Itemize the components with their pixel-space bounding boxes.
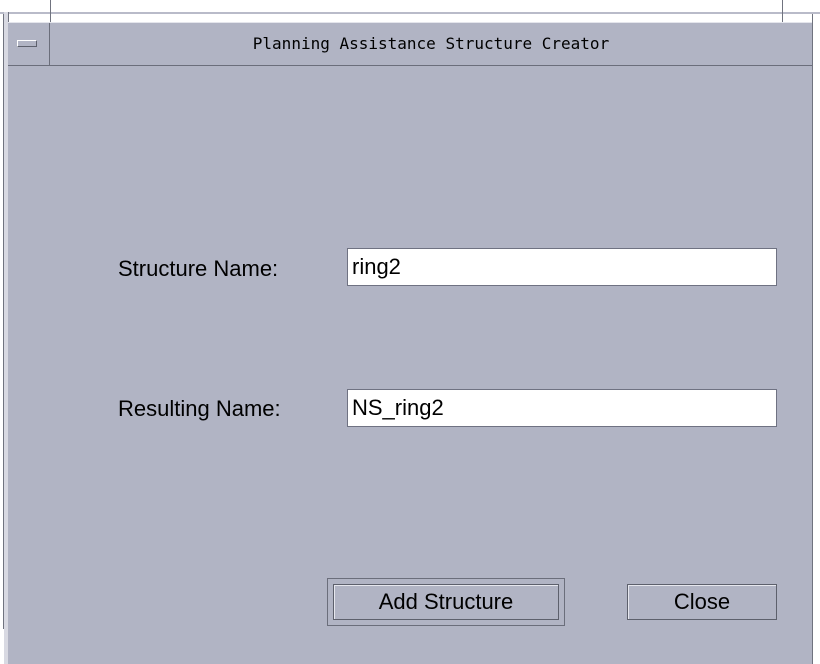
dialog-window: Planning Assistance Structure Creator St…: [0, 0, 820, 664]
window-menu-icon: [17, 40, 37, 47]
title-bar[interactable]: Planning Assistance Structure Creator: [8, 22, 812, 66]
close-button[interactable]: Close: [627, 584, 777, 620]
window-frame-top: [0, 12, 820, 14]
resulting-name-label: Resulting Name:: [118, 396, 281, 421]
structure-name-label: Structure Name:: [118, 256, 279, 281]
dialog-client-area: Structure Name: Resulting Name: Add Stru…: [8, 66, 812, 664]
add-structure-button[interactable]: Add Structure: [333, 584, 559, 620]
window-menu-button[interactable]: [8, 23, 50, 65]
window-frame-right[interactable]: [812, 14, 820, 664]
frame-resize-handle-right[interactable]: [782, 0, 783, 22]
window-title: Planning Assistance Structure Creator: [252, 34, 610, 53]
frame-resize-handle-left[interactable]: [50, 0, 51, 22]
resulting-name-input[interactable]: [347, 389, 777, 427]
structure-name-input[interactable]: [347, 248, 777, 286]
